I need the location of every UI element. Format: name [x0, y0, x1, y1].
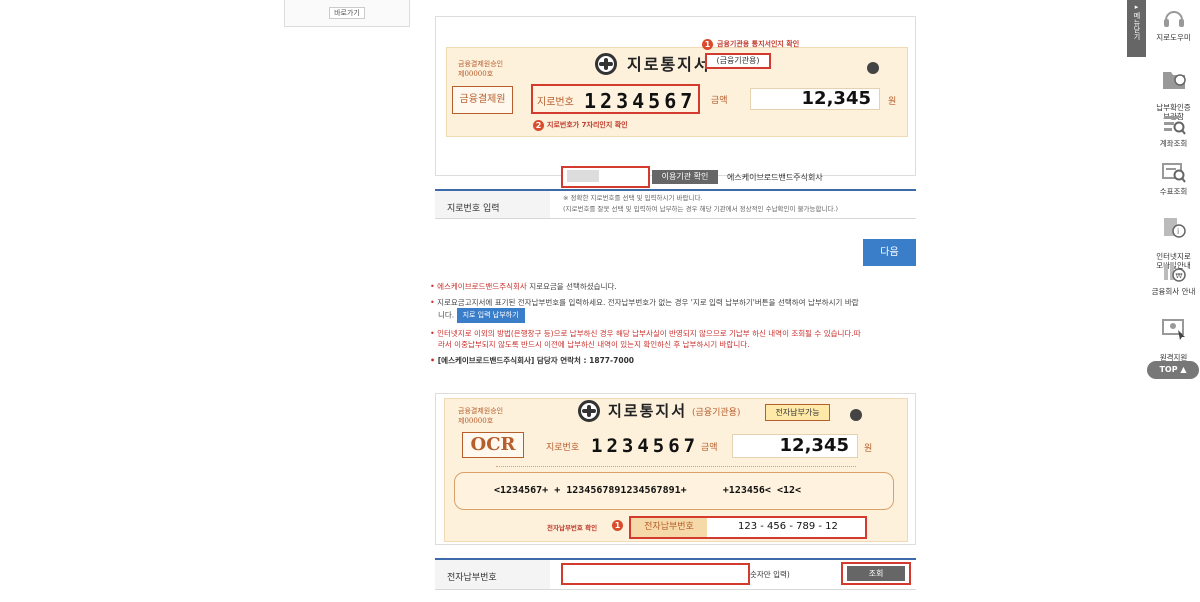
headset-icon	[1161, 6, 1187, 30]
bill2-epay-label: 전자납부번호	[631, 518, 707, 537]
bill1-currency: 원	[888, 97, 897, 107]
sidebar-item-account-search[interactable]: 계좌조회	[1147, 112, 1200, 148]
folder-link-icon	[1161, 67, 1187, 91]
bill2-title: 지로통지서	[608, 402, 688, 420]
org-name: 에스케이브로드밴드주식회사	[727, 173, 823, 182]
svg-text:₩: ₩	[1175, 272, 1182, 280]
menu-close-button[interactable]: ▸ 메뉴닫기	[1127, 0, 1146, 57]
bill1-subtitle: (금융기관용)	[705, 53, 771, 69]
svg-text:i: i	[1177, 227, 1179, 236]
bill1-org: 금융결제원	[452, 86, 513, 114]
account-search-icon	[1161, 112, 1187, 136]
sidebar-item-bank-guide[interactable]: ₩ 금융회사 안내	[1147, 260, 1200, 296]
bill2-amount: 12,345	[732, 434, 858, 458]
bill2-giro-number: 1234567	[591, 435, 700, 457]
giro-bill-example-2: 금융결제원승인 제00000호 지로통지서 (금융기관용) 전자납부가능 OCR…	[435, 393, 916, 545]
top-button[interactable]: TOP ▲	[1147, 361, 1199, 379]
remote-support-icon	[1161, 317, 1187, 341]
ocr-line: <1234567+ + 1234567891234567891+ +123456…	[494, 485, 802, 496]
bill2-giro-label: 지로번호	[546, 443, 580, 453]
search-button[interactable]: 조회	[847, 566, 905, 581]
notice-4: • [에스케이브로드밴드주식회사] 담당자 연락처 : 1877-7000	[430, 356, 635, 365]
bank-icon: ₩	[1161, 260, 1187, 284]
bill2-currency: 원	[864, 444, 873, 454]
epay-available-badge: 전자납부가능	[765, 404, 830, 421]
bill2-subtitle: (금융기관용)	[692, 408, 741, 418]
bill2-callout-label: 전자납부번호 확인	[547, 524, 598, 532]
bill1-callout1-badge: 1	[702, 39, 713, 50]
bill2-amount-label: 금액	[701, 443, 718, 453]
epay-hint: 숫자만 입력)	[750, 570, 790, 579]
bill1-title: 지로통지서	[627, 55, 711, 74]
next-button[interactable]: 다음	[863, 239, 916, 266]
sidebar-item-check-search[interactable]: 수표조회	[1147, 160, 1200, 196]
giro-manual-pay-button[interactable]: 지로 입력 납부하기	[456, 308, 525, 323]
notice-2: • 지로요금고지서에 표기된 전자납부번호를 입력하세요. 전자납부번호가 없는…	[430, 298, 859, 307]
bill1-callout2: 지로번호가 7자리인지 확인	[547, 121, 628, 129]
notice-list: • 에스케이브로드밴드주식회사 지로요금을 선택하셨습니다. • 지로요금고지서…	[430, 281, 920, 366]
bill1-callout1: 금융기관용 통지서인지 확인	[717, 40, 800, 48]
plus-circle-icon	[867, 62, 879, 74]
check-search-icon	[1161, 160, 1187, 184]
notice-1: • 에스케이브로드밴드주식회사 지로요금을 선택하셨습니다.	[430, 282, 617, 291]
sidebar-item-giro-helper[interactable]: 지로도우미	[1147, 6, 1200, 42]
bill1-giro-label: 지로번호	[537, 97, 574, 108]
bill1-callout2-badge: 2	[533, 120, 544, 131]
epay-number-input[interactable]	[561, 563, 750, 585]
giro-help-1: ※ 정확한 지로번호를 선택 및 입력하시기 바랍니다.	[563, 194, 703, 202]
giro-help-2: (지로번호를 잘못 선택 및 입력하여 납부하는 경우 해당 기관에서 정상적인…	[563, 205, 839, 213]
bill1-giro-number: 1234567	[584, 89, 697, 113]
bill1-amount-label: 금액	[711, 96, 728, 106]
org-check-button[interactable]: 이용기관 확인	[652, 170, 718, 184]
giro-logo-2-icon	[578, 400, 600, 422]
giro-input-label: 지로번호 입력	[435, 191, 550, 218]
bill1-approval: 금융결제원승인	[458, 60, 504, 68]
bill2-approval-no: 제00000호	[458, 417, 494, 425]
info-doc-icon: i	[1161, 216, 1187, 240]
giro-bill-example-1: 금융결제원승인 제00000호 지로통지서 (금융기관용) 1 금융기관용 통지…	[435, 16, 916, 176]
giro-logo-icon	[595, 53, 617, 75]
bill2-approval: 금융결제원승인	[458, 407, 504, 415]
giro-number-value	[567, 170, 599, 182]
bill2-epay-number: 123 - 456 - 789 - 12	[738, 521, 838, 532]
bill1-amount: 12,345	[750, 88, 880, 110]
bill1-approval-no: 제00000호	[458, 70, 494, 78]
bill2-guide-line	[496, 466, 856, 467]
epay-input-label: 전자납부번호	[435, 560, 550, 589]
shortcut-button[interactable]: 바로가기	[329, 7, 365, 19]
bill2-callout-badge: 1	[612, 520, 623, 531]
plus-circle-2-icon	[850, 409, 862, 421]
play-icon: ▸	[1134, 3, 1139, 11]
notice-3: • 인터넷지로 이외의 방법(은행창구 등)으로 납부하신 경우 해당 납부사실…	[430, 329, 861, 338]
ocr-label: OCR	[462, 432, 524, 458]
